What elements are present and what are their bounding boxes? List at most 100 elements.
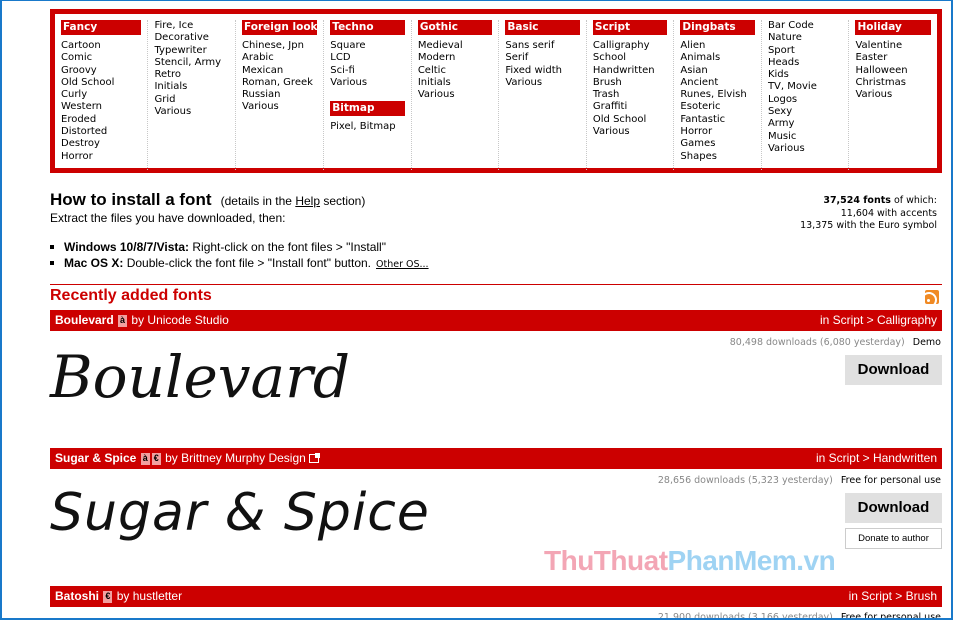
category-link[interactable]: Typewriter — [154, 45, 229, 57]
category-link[interactable]: Distorted — [61, 126, 141, 138]
category-header[interactable]: Gothic — [417, 20, 493, 35]
category-link[interactable]: Comic — [61, 52, 141, 64]
category-link[interactable]: Western — [61, 101, 141, 113]
category-link[interactable]: Various — [242, 101, 317, 113]
font-name-link[interactable]: Batoshi — [55, 589, 99, 603]
category-link[interactable]: Kids — [768, 69, 843, 81]
category-header[interactable]: Script — [592, 20, 668, 35]
external-link-icon[interactable] — [308, 453, 320, 463]
category-link[interactable]: Various — [768, 143, 843, 155]
category-link[interactable]: Various — [855, 89, 931, 101]
font-name-link[interactable]: Boulevard — [55, 313, 114, 327]
category-link[interactable]: Alien — [680, 40, 755, 52]
donate-button[interactable]: Donate to author — [845, 528, 942, 549]
font-category-link[interactable]: in Script > Brush — [849, 586, 937, 607]
category-link[interactable]: Sans serif — [505, 40, 580, 52]
font-preview[interactable]: Sugar & Spice — [50, 483, 430, 543]
category-link[interactable]: Destroy — [61, 138, 141, 150]
category-link[interactable]: School — [593, 52, 668, 64]
category-link[interactable]: Russian — [242, 89, 317, 101]
category-link[interactable]: Fantastic — [680, 114, 755, 126]
category-link[interactable]: Mexican — [242, 65, 317, 77]
category-link[interactable]: Square — [330, 40, 405, 52]
category-link[interactable]: Chinese, Jpn — [242, 40, 317, 52]
category-link[interactable]: Roman, Greek — [242, 77, 317, 89]
category-link[interactable]: Decorative — [154, 32, 229, 44]
category-link[interactable]: Curly — [61, 89, 141, 101]
category-link[interactable]: Horror — [680, 126, 755, 138]
category-link[interactable]: Cartoon — [61, 40, 141, 52]
download-button[interactable]: Download — [845, 355, 942, 385]
author-link[interactable]: by Brittney Murphy Design — [165, 451, 306, 465]
category-header[interactable]: Fancy — [61, 20, 142, 35]
category-link[interactable]: Valentine — [855, 40, 931, 52]
category-link[interactable]: Various — [330, 77, 405, 89]
category-link[interactable]: Serif — [505, 52, 580, 64]
category-link[interactable]: Pixel, Bitmap — [330, 121, 405, 133]
category-link[interactable]: Army — [768, 118, 843, 130]
category-link[interactable]: Various — [593, 126, 668, 138]
category-header[interactable]: Holiday — [855, 20, 931, 35]
font-preview[interactable]: Boulevard — [50, 343, 350, 411]
category-link[interactable]: Sci-fi — [330, 65, 405, 77]
rss-feed-icon[interactable] — [925, 290, 939, 304]
font-category-link[interactable]: in Script > Calligraphy — [820, 310, 937, 331]
category-link[interactable]: Sexy — [768, 106, 843, 118]
category-link[interactable]: Stencil, Army — [154, 57, 229, 69]
category-link[interactable]: Shapes — [680, 151, 755, 163]
category-header[interactable]: Dingbats — [680, 20, 755, 35]
category-link[interactable]: Initials — [418, 77, 493, 89]
category-link[interactable]: Brush — [593, 77, 668, 89]
category-link[interactable]: TV, Movie — [768, 81, 843, 93]
category-link[interactable]: Fixed width — [505, 65, 580, 77]
category-link[interactable]: Old School — [593, 114, 668, 126]
category-link[interactable]: Calligraphy — [593, 40, 668, 52]
category-link[interactable]: Logos — [768, 94, 843, 106]
category-link[interactable]: Groovy — [61, 65, 141, 77]
category-link[interactable]: Animals — [680, 52, 755, 64]
category-link[interactable]: Old School — [61, 77, 141, 89]
author-link[interactable]: by hustletter — [117, 589, 182, 603]
category-link[interactable]: Handwritten — [593, 65, 668, 77]
other-os-link[interactable]: Other OS... — [376, 259, 429, 270]
category-link[interactable]: Various — [505, 77, 580, 89]
category-link[interactable]: Fire, Ice — [154, 20, 229, 32]
category-link[interactable]: LCD — [330, 52, 405, 64]
author-link[interactable]: by Unicode Studio — [131, 313, 228, 327]
category-link[interactable]: Games — [680, 138, 755, 150]
category-link[interactable]: Various — [154, 106, 229, 118]
category-link[interactable]: Ancient — [680, 77, 755, 89]
category-link[interactable]: Trash — [593, 89, 668, 101]
category-link[interactable]: Halloween — [855, 65, 931, 77]
font-name-link[interactable]: Sugar & Spice — [55, 451, 136, 465]
category-link[interactable]: Arabic — [242, 52, 317, 64]
category-link[interactable]: Nature — [768, 32, 843, 44]
category-header[interactable]: Basic — [505, 20, 580, 35]
category-header[interactable]: Foreign look — [242, 20, 318, 35]
category-link[interactable]: Esoteric — [680, 101, 755, 113]
category-link[interactable]: Music — [768, 131, 843, 143]
font-category-link[interactable]: in Script > Handwritten — [816, 448, 937, 469]
category-link[interactable]: Celtic — [418, 65, 493, 77]
category-link[interactable]: Grid — [154, 94, 229, 106]
category-link[interactable]: Asian — [680, 65, 755, 77]
category-link[interactable]: Christmas — [855, 77, 931, 89]
help-link[interactable]: Help — [295, 194, 320, 208]
download-button[interactable]: Download — [845, 493, 942, 523]
install-step-mac: Mac OS X: Double-click the font file > "… — [50, 255, 940, 273]
category-link[interactable]: Retro — [154, 69, 229, 81]
category-link[interactable]: Initials — [154, 81, 229, 93]
category-header[interactable]: Techno — [330, 20, 405, 35]
category-link[interactable]: Modern — [418, 52, 493, 64]
category-link[interactable]: Bar Code — [768, 20, 843, 32]
category-link[interactable]: Sport — [768, 45, 843, 57]
category-link[interactable]: Various — [418, 89, 493, 101]
category-link[interactable]: Runes, Elvish — [680, 89, 755, 101]
category-link[interactable]: Easter — [855, 52, 931, 64]
category-link[interactable]: Eroded — [61, 114, 141, 126]
category-link[interactable]: Graffiti — [593, 101, 668, 113]
category-link[interactable]: Horror — [61, 151, 141, 163]
category-link[interactable]: Heads — [768, 57, 843, 69]
category-link[interactable]: Medieval — [418, 40, 493, 52]
category-header[interactable]: Bitmap — [330, 101, 405, 117]
